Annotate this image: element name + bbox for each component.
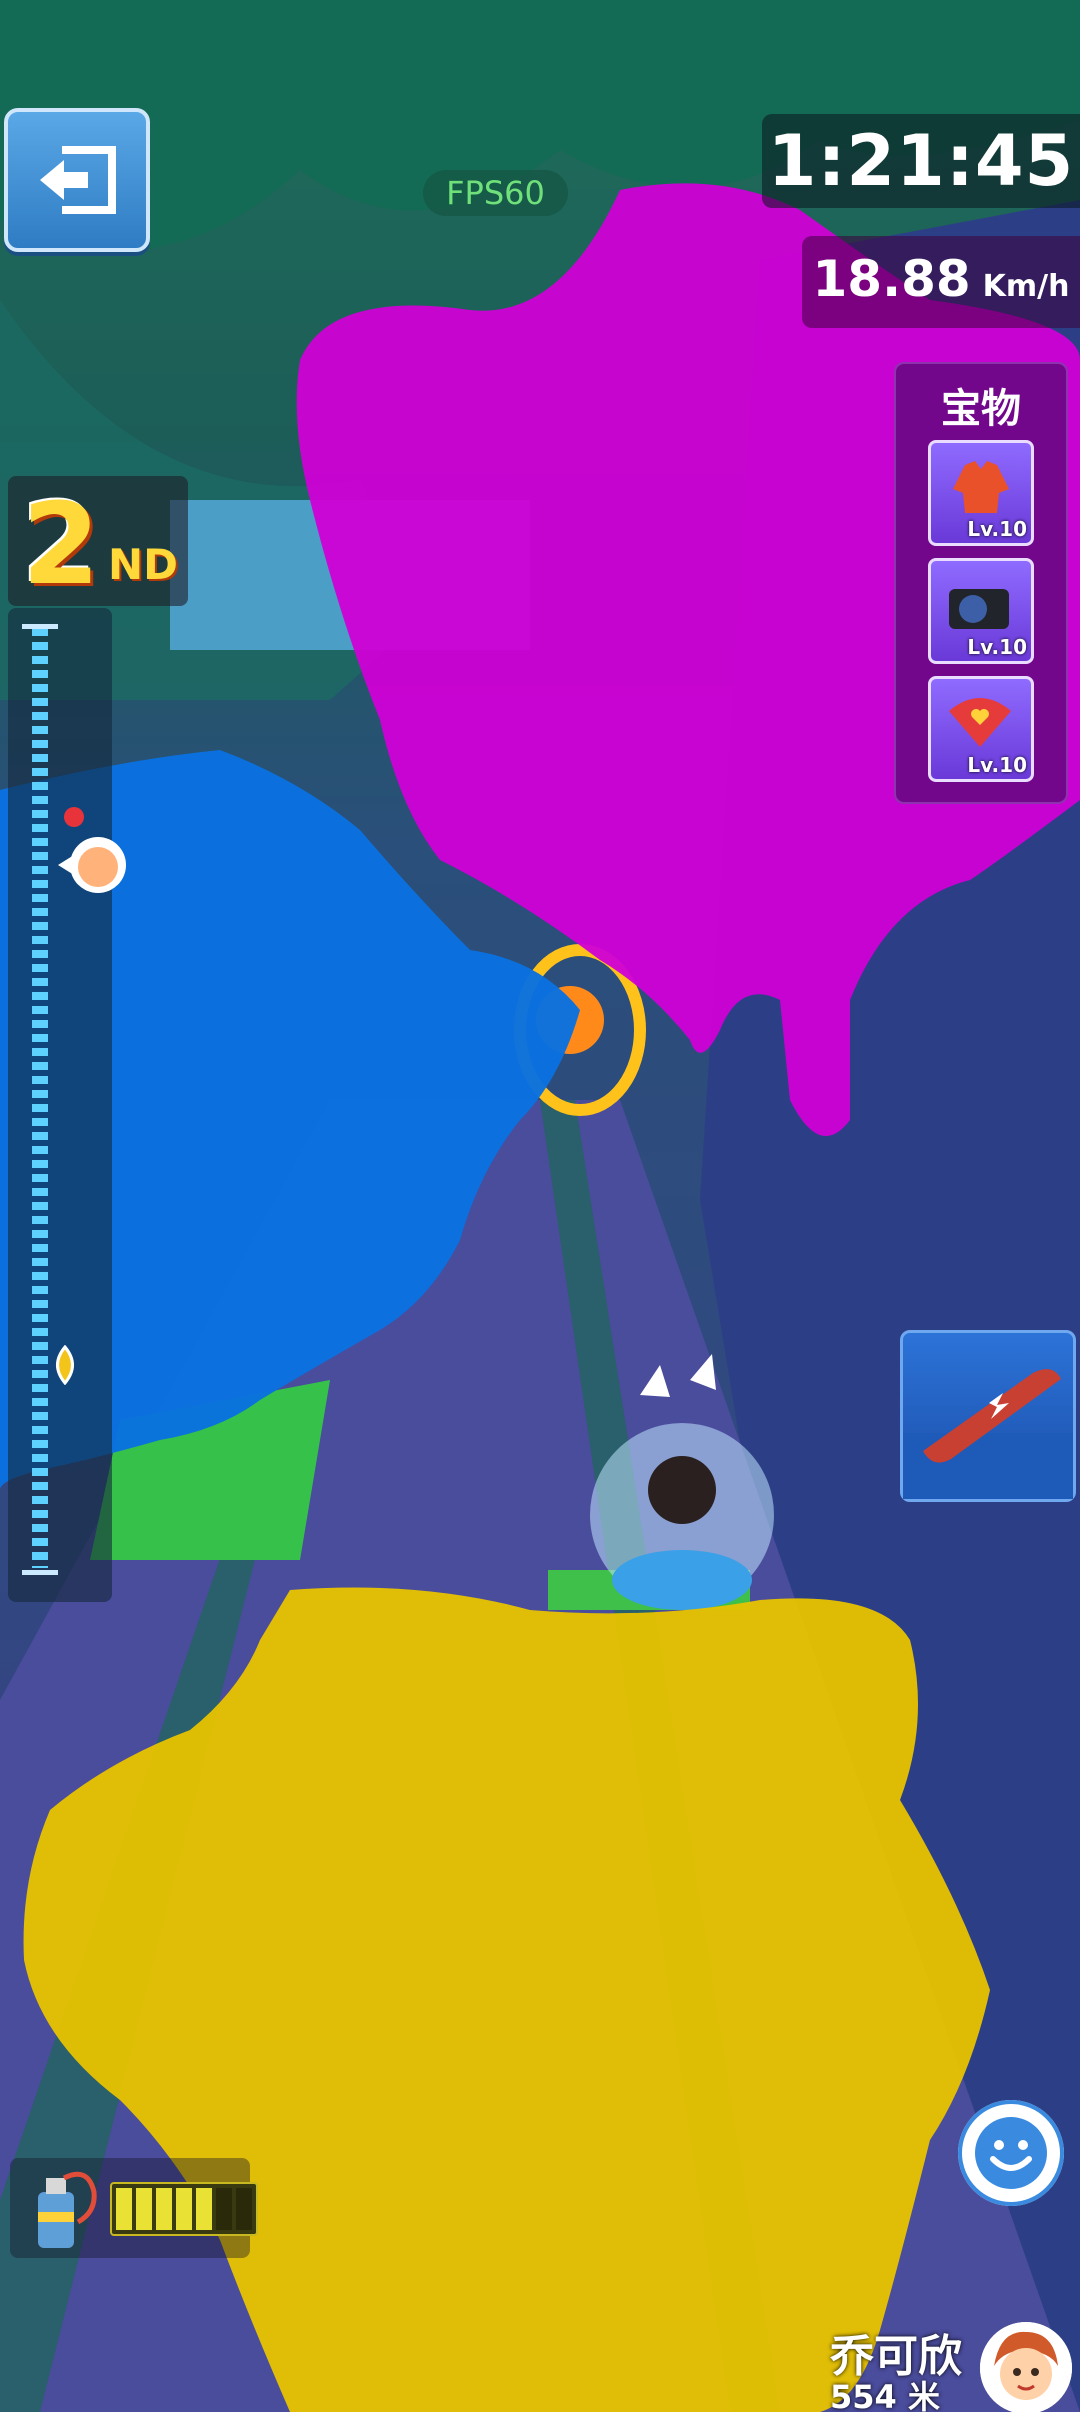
self-position-icon	[56, 1344, 74, 1386]
power-segment	[156, 2188, 172, 2230]
power-segment	[196, 2188, 212, 2230]
player-info: 乔可欣 554 米	[800, 2320, 1080, 2412]
treasure-level: Lv.10	[967, 753, 1027, 777]
race-progress-bar	[8, 608, 126, 1602]
treasure-item-camera[interactable]: Lv.10	[928, 558, 1034, 664]
smiley-icon	[975, 2117, 1047, 2189]
power-meter	[10, 2158, 258, 2258]
player-avatar-icon	[980, 2322, 1072, 2412]
finish-tick	[22, 624, 58, 629]
game-scene: FPS60 1:21:45 18.88 Km/h 宝物 Lv.10 Lv.10 …	[0, 0, 1080, 2412]
power-segment	[136, 2188, 152, 2230]
rival-marker	[58, 805, 128, 919]
race-timer: 1:21:45	[762, 114, 1080, 208]
jacket-icon	[953, 461, 1009, 513]
power-segment	[216, 2188, 232, 2230]
rival-avatar-icon	[58, 806, 126, 893]
rank-suffix: ND	[108, 540, 179, 589]
player-distance: 554 米	[830, 2378, 940, 2412]
spray-can-icon	[38, 2171, 97, 2248]
camera-icon	[949, 589, 1009, 629]
exit-icon	[40, 146, 116, 214]
treasure-level: Lv.10	[967, 517, 1027, 541]
rank-number: 2	[22, 480, 100, 610]
emoji-button[interactable]	[958, 2100, 1064, 2206]
speed-display: 18.88 Km/h	[802, 236, 1080, 328]
treasure-panel: 宝物 Lv.10 Lv.10 Lv.10	[894, 362, 1068, 804]
exit-button[interactable]	[4, 108, 150, 252]
progress-track	[32, 628, 48, 1568]
power-segment	[116, 2188, 132, 2230]
treasure-level: Lv.10	[967, 635, 1027, 659]
rank-badge: 2 ND	[8, 476, 188, 610]
treasure-item-fan[interactable]: Lv.10	[928, 676, 1034, 782]
fps-counter: FPS60	[423, 170, 568, 216]
heart-fan-icon	[949, 698, 1011, 747]
treasure-item-jacket[interactable]: Lv.10	[928, 440, 1034, 546]
speed-value: 18.88	[812, 250, 971, 308]
treasure-title: 宝物	[941, 386, 1021, 432]
power-gauge	[110, 2182, 258, 2236]
skateboard-icon	[903, 1369, 1073, 1499]
self-marker	[48, 1344, 82, 1389]
start-tick	[22, 1570, 58, 1575]
speed-unit: Km/h	[982, 269, 1070, 304]
skateboard-item-button[interactable]	[900, 1330, 1076, 1502]
player-avatar[interactable]	[980, 2322, 1072, 2412]
power-segment	[176, 2188, 192, 2230]
power-segment	[236, 2188, 252, 2230]
